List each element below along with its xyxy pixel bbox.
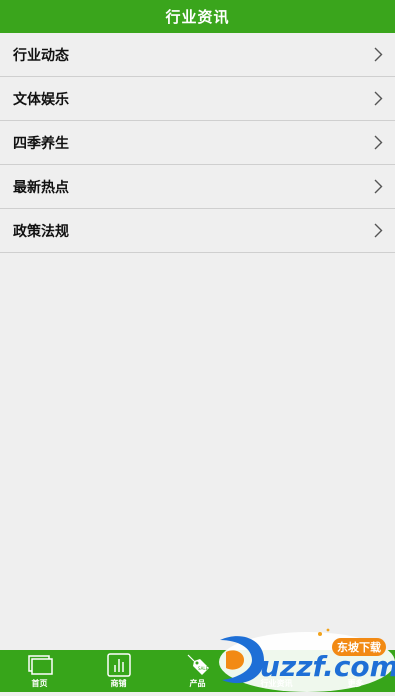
- category-list: 行业动态 文体娱乐 四季养生 最新热点 政策法规: [0, 33, 395, 253]
- tab-products[interactable]: SALE 产品: [158, 650, 237, 692]
- list-item-label: 四季养生: [13, 135, 69, 152]
- page-title: 行业资讯: [165, 8, 230, 26]
- tab-shop[interactable]: 商铺: [79, 650, 158, 692]
- list-item-label: 最新热点: [13, 179, 69, 196]
- more-icon: [344, 653, 368, 677]
- tab-more[interactable]: 更多: [316, 650, 395, 692]
- app-header: 行业资讯: [0, 0, 395, 33]
- list-item-label: 行业动态: [13, 47, 69, 64]
- list-item-industry-news[interactable]: 行业动态: [0, 33, 395, 77]
- list-item-label: 政策法规: [13, 223, 69, 240]
- tab-industry-news[interactable]: 行业资讯: [237, 650, 316, 692]
- tab-home[interactable]: 首页: [0, 650, 79, 692]
- svg-text:SALE: SALE: [198, 666, 209, 671]
- chevron-right-icon: [374, 223, 383, 238]
- tab-label: 更多: [347, 679, 364, 688]
- tab-label: 首页: [31, 679, 48, 688]
- list-item-hot-topics[interactable]: 最新热点: [0, 165, 395, 209]
- tag-icon: SALE: [185, 653, 211, 677]
- list-item-sports-entertainment[interactable]: 文体娱乐: [0, 77, 395, 121]
- tab-label: 行业资讯: [260, 679, 293, 688]
- tab-label: 产品: [189, 679, 206, 688]
- tab-label: 商铺: [110, 679, 127, 688]
- chevron-right-icon: [374, 179, 383, 194]
- chevron-right-icon: [374, 135, 383, 150]
- shop-icon: [106, 653, 131, 677]
- bottom-tab-bar: 首页 商铺 SALE 产品 行业资讯 更多: [0, 650, 395, 692]
- news-icon: [265, 653, 289, 677]
- list-item-policy-regulations[interactable]: 政策法规: [0, 209, 395, 253]
- chevron-right-icon: [374, 47, 383, 62]
- home-icon: [27, 653, 53, 677]
- list-item-seasonal-health[interactable]: 四季养生: [0, 121, 395, 165]
- list-item-label: 文体娱乐: [13, 91, 69, 108]
- chevron-right-icon: [374, 91, 383, 106]
